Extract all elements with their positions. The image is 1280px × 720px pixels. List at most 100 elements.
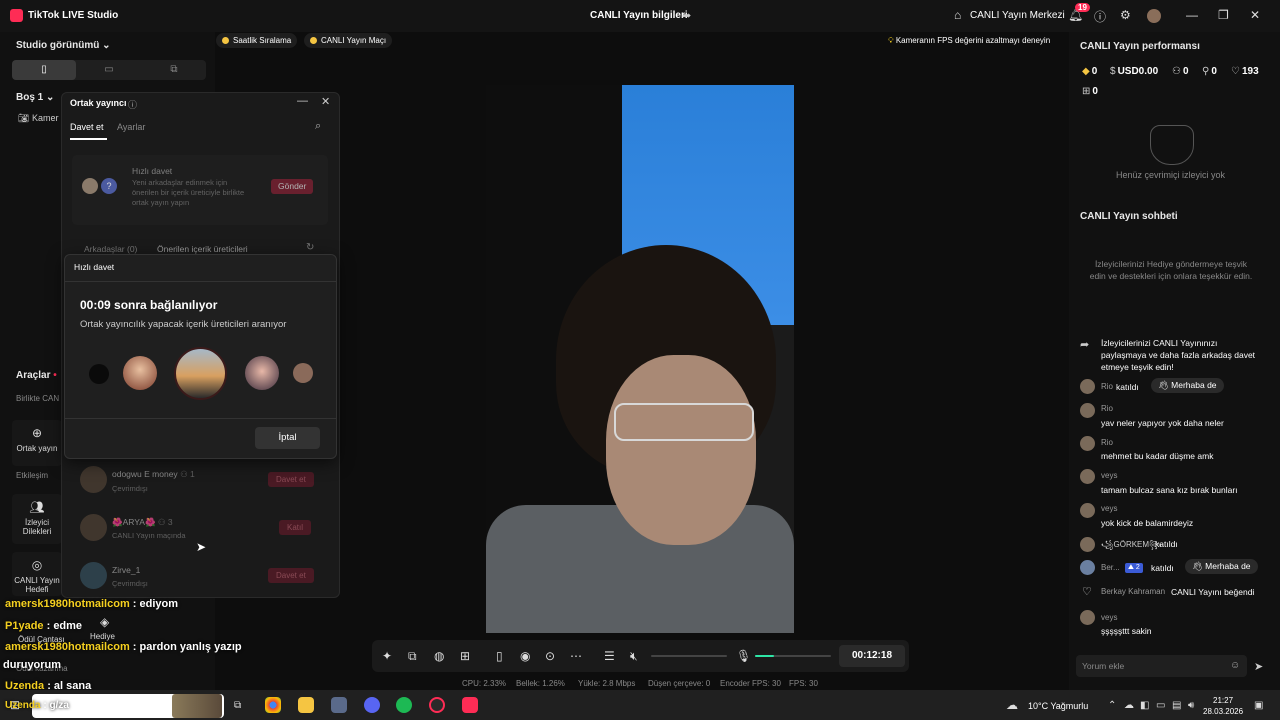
enhance-icon[interactable]: ◍	[434, 649, 444, 663]
notifications-icon[interactable]: ▣	[1254, 700, 1263, 711]
mic-icon[interactable]: 🎙︎	[736, 649, 751, 663]
task-view-icon[interactable]: ⧉	[234, 700, 241, 711]
speaker-muted-icon[interactable]: 🔇︎	[630, 649, 638, 664]
minimize-icon[interactable]: —	[1186, 8, 1198, 22]
gear-icon[interactable]: ⚙	[1120, 8, 1131, 22]
app-icon[interactable]	[331, 697, 347, 713]
home-icon[interactable]: ⌂	[954, 8, 961, 22]
tools-heading: Araçlar •	[16, 370, 57, 381]
file-explorer-icon[interactable]	[298, 697, 314, 713]
help-icon[interactable]: ⓘ	[128, 98, 137, 111]
viewer-wishes-button[interactable]: 👥︎ İzleyici Dilekleri	[12, 494, 62, 544]
clock[interactable]: 21:27 28.03.2026	[1203, 695, 1243, 717]
medal-icon	[222, 37, 229, 44]
search-icon[interactable]: ⌕	[315, 120, 321, 133]
followers-stat: ⚲ 0	[1202, 66, 1217, 77]
more-icon[interactable]: ⋯	[570, 649, 582, 663]
record-icon[interactable]: ◉	[520, 649, 530, 663]
close-icon[interactable]: ✕	[1250, 8, 1260, 22]
camera-source[interactable]: 📷︎ Kamer	[18, 113, 58, 124]
fps-tip: 💡︎ Kameranın FPS değerini azaltmayı dene…	[884, 33, 1054, 48]
cohost-tool-button[interactable]: ⊕ Ortak yayın	[12, 420, 62, 466]
app-tray-icon[interactable]: ◧	[1140, 700, 1149, 711]
avatar	[1080, 610, 1095, 625]
share-icon[interactable]: ➦	[682, 9, 691, 22]
cloud-icon[interactable]: ☁	[1124, 700, 1134, 711]
overlay-chat-line: amersk1980hotmailcom : ediyom	[5, 598, 178, 610]
avatar	[1080, 379, 1095, 394]
comment-input[interactable]: Yorum ekle	[1076, 655, 1247, 677]
network-icon[interactable]: ▤	[1172, 700, 1181, 711]
spotify-icon[interactable]	[396, 697, 412, 713]
tab-settings[interactable]: Ayarlar	[117, 122, 145, 132]
scene-dropdown[interactable]: Boş 1 ⌄	[16, 92, 54, 103]
effects-icon[interactable]: ✦	[382, 649, 392, 663]
studio-view-dropdown[interactable]: Studio görünümü ⌄	[16, 40, 111, 51]
avatar	[293, 363, 313, 383]
joined-text: katıldı	[1155, 539, 1178, 549]
send-icon[interactable]: ➤	[1254, 660, 1263, 673]
creator-name: 🌺ARYA🌺 ⚇ 3	[112, 517, 173, 528]
viewer-wishes-label: İzleyici Dilekleri	[22, 518, 52, 536]
say-hello-button[interactable]: 👋︎ Merhaba de	[1185, 559, 1258, 574]
invite-button[interactable]: Davet et	[268, 568, 314, 583]
hourly-ranking-pill[interactable]: Saatlik Sıralama	[216, 33, 298, 48]
hourly-ranking-label: Saatlik Sıralama	[233, 36, 292, 45]
maximize-icon[interactable]: ❐	[1218, 8, 1229, 22]
phone-icon[interactable]: ▯	[496, 649, 503, 663]
source-icon[interactable]: ⧉	[408, 649, 417, 664]
emoji-icon[interactable]: ☺	[1230, 660, 1240, 671]
live-info-title[interactable]: CANLI Yayın bilgileri	[590, 10, 688, 21]
creator-name-text: 🌺ARYA🌺	[112, 517, 156, 527]
usd-value: USD0.00	[1117, 66, 1159, 77]
layout-segment: ▯ ▭ ⧉	[12, 60, 206, 80]
chat-username: Ber...	[1101, 563, 1120, 572]
sliders-icon[interactable]: ☰	[604, 649, 615, 663]
tray-arrow-icon[interactable]: ⌃	[1108, 700, 1116, 711]
invite-button[interactable]: Davet et	[268, 472, 314, 487]
scene-add-icon[interactable]: ⊞	[460, 649, 470, 663]
send-invite-button[interactable]: Gönder	[271, 179, 314, 194]
tab-invite[interactable]: Davet et	[70, 122, 104, 132]
fps-stat: FPS: 30	[789, 679, 818, 688]
minimize-icon[interactable]: —	[297, 95, 308, 107]
capture-icon[interactable]: ⊙	[545, 649, 555, 663]
avatar	[1080, 560, 1095, 575]
refresh-icon[interactable]: ↻	[306, 242, 314, 253]
portrait-layout-button[interactable]: ▯	[12, 60, 76, 80]
live-goal-button[interactable]: ◎ CANLI Yayın Hedefi	[12, 552, 62, 596]
cancel-button[interactable]: İptal	[255, 427, 320, 449]
avatar	[1080, 469, 1095, 484]
creator-status: CANLI Yayın maçında	[112, 531, 186, 540]
close-icon[interactable]: ✕	[321, 95, 330, 108]
avatar	[1080, 436, 1095, 451]
weather-icon: ☁	[1006, 698, 1018, 712]
dual-layout-button[interactable]: ⧉	[142, 60, 206, 80]
profile-avatar[interactable]	[1147, 9, 1161, 23]
live-match-pill[interactable]: CANLI Yayın Maçı	[304, 33, 393, 48]
discord-icon[interactable]	[364, 697, 380, 713]
landscape-layout-button[interactable]: ▭	[77, 60, 141, 80]
avatar	[1080, 503, 1095, 518]
avatar	[80, 514, 107, 541]
volume-icon[interactable]: 🔊︎	[1188, 700, 1194, 711]
tab-suggested[interactable]: Önerilen içerik üreticileri	[157, 244, 248, 254]
live-center-link[interactable]: CANLI Yayın Merkezi	[970, 10, 1065, 21]
join-button[interactable]: Katıl	[279, 520, 312, 535]
say-hello-button[interactable]: 👋︎ Merhaba de	[1151, 378, 1224, 393]
lightbulb-icon: 💡︎	[888, 36, 894, 45]
level-badge-value: 2	[1135, 564, 1140, 571]
tools-label: Araçlar	[16, 370, 51, 381]
obs-icon[interactable]	[429, 697, 445, 713]
battery-icon[interactable]: ▭	[1156, 700, 1165, 711]
memory-stat: Bellek: 1.26%	[516, 679, 565, 688]
tab-friends[interactable]: Arkadaşlar (0)	[84, 244, 137, 254]
chrome-icon[interactable]	[265, 697, 281, 713]
gift-icon[interactable]: ◈	[100, 615, 109, 629]
weather-text: 10°C Yağmurlu	[1028, 701, 1089, 711]
tiktok-studio-icon[interactable]	[462, 697, 478, 713]
together-live-label: Birlikte CAN	[16, 394, 60, 403]
gifts-value: 0	[1092, 86, 1098, 97]
speaker-volume-slider[interactable]	[651, 655, 727, 657]
help-icon[interactable]: ⓘ	[1094, 8, 1106, 25]
